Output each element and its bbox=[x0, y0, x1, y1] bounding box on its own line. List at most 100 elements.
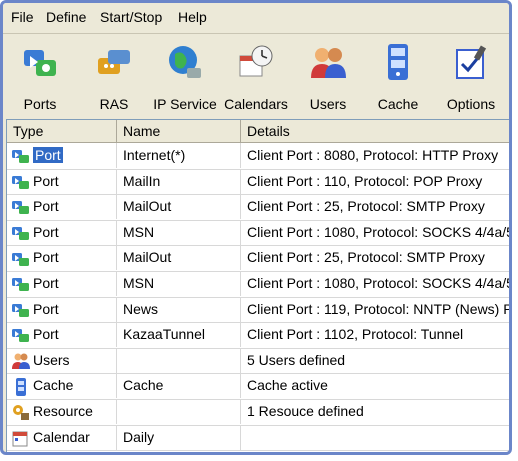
details-cell: Client Port : 8080, Protocol: HTTP Proxy bbox=[247, 147, 499, 163]
ports-button[interactable]: Ports bbox=[13, 34, 67, 118]
type-cell: Resource bbox=[7, 399, 117, 424]
cache-icon bbox=[11, 377, 31, 396]
table-row[interactable]: Port MSN Client Port : 1080, Protocol: SOC… bbox=[7, 219, 512, 247]
type-cell: Port bbox=[7, 322, 117, 348]
type-label: Port bbox=[32, 146, 64, 164]
name-cell: MailIn bbox=[117, 168, 241, 194]
items-list[interactable]: Type Name Details Port Internet(*) Client … bbox=[6, 119, 512, 452]
type-label: Port bbox=[33, 326, 59, 343]
cache-icon bbox=[378, 42, 418, 82]
port-icon bbox=[11, 198, 31, 216]
type-cell: Port bbox=[7, 143, 117, 168]
type-label: Port bbox=[33, 275, 59, 291]
details-cell: Client Port : 1080, Protocol: SOCKS 4/4a… bbox=[247, 275, 512, 291]
ports-label: Ports bbox=[23, 96, 57, 112]
details-cell: 5 Users defined bbox=[247, 351, 346, 368]
type-cell: Port bbox=[7, 219, 117, 245]
details-cell bbox=[241, 425, 509, 450]
toolbar: Ports RAS IP Service Calendars Users Cac… bbox=[3, 34, 509, 118]
calendars-label: Calendars bbox=[224, 96, 288, 112]
name-cell: Daily bbox=[117, 424, 241, 450]
column-details[interactable]: Details bbox=[241, 120, 509, 142]
name-cell: KazaaTunnel bbox=[117, 322, 241, 348]
details-cell: Client Port : 25, Protocol: SMTP Proxy bbox=[247, 198, 485, 215]
options-button[interactable]: Options bbox=[441, 34, 501, 118]
table-row[interactable]: Cache Cache Cache active bbox=[7, 373, 509, 400]
name-cell: Cache bbox=[117, 373, 241, 399]
table-row[interactable]: Calendar Daily bbox=[7, 424, 509, 452]
name-cell: MailOut bbox=[117, 194, 241, 220]
type-cell: Port bbox=[7, 194, 117, 220]
calendars-button[interactable]: Calendars bbox=[223, 34, 289, 118]
details-cell: Client Port : 119, Protocol: NNTP (News)… bbox=[247, 300, 512, 317]
table-row[interactable]: Port KazaaTunnel Client Port : 1102, Proto… bbox=[7, 322, 509, 349]
type-label: Users bbox=[33, 351, 70, 368]
details-cell: Cache active bbox=[247, 377, 328, 394]
users-button[interactable]: Users bbox=[301, 34, 355, 118]
port-icon bbox=[11, 326, 31, 344]
application-window: File Define Start/Stop Help Ports RAS IP… bbox=[0, 0, 512, 455]
type-label: Resource bbox=[33, 403, 93, 419]
name-cell: MailOut bbox=[117, 245, 241, 271]
type-label: Calendar bbox=[33, 428, 90, 445]
port-icon bbox=[11, 147, 31, 165]
column-type[interactable]: Type bbox=[7, 120, 117, 142]
type-cell: Port bbox=[7, 245, 117, 271]
type-cell: Users bbox=[7, 347, 117, 373]
name-cell: MSN bbox=[117, 271, 241, 296]
calendars-icon bbox=[236, 42, 276, 82]
table-row[interactable]: Users 5 Users defined bbox=[7, 347, 509, 375]
users-icon bbox=[11, 352, 31, 370]
users-label: Users bbox=[309, 96, 347, 112]
type-cell: Port bbox=[7, 168, 117, 194]
port-icon bbox=[11, 173, 31, 191]
cache-button[interactable]: Cache bbox=[371, 34, 425, 118]
ras-label: RAS bbox=[99, 96, 129, 112]
type-label: Cache bbox=[33, 377, 74, 394]
options-label: Options bbox=[446, 96, 496, 112]
table-row[interactable]: Port Internet(*) Client Port : 8080, Proto… bbox=[7, 143, 509, 170]
menu-file[interactable]: File bbox=[11, 9, 34, 25]
menu-start-stop[interactable]: Start/Stop bbox=[100, 9, 162, 25]
type-label: Port bbox=[33, 249, 59, 266]
table-row[interactable]: Port MailOut Client Port : 25, Protocol: S… bbox=[7, 245, 509, 272]
menu-help[interactable]: Help bbox=[178, 9, 207, 25]
list-header: Type Name Details bbox=[7, 120, 509, 143]
details-cell: Client Port : 110, Protocol: POP Proxy bbox=[247, 172, 483, 189]
details-cell: Client Port : 1080, Protocol: SOCKS 4/4a… bbox=[247, 223, 512, 240]
menu-bar: File Define Start/Stop Help bbox=[3, 3, 509, 34]
name-cell: Internet(*) bbox=[117, 143, 241, 168]
table-row[interactable]: Port MailIn Client Port : 110, Protocol: P… bbox=[7, 168, 509, 196]
type-cell: Cache bbox=[7, 373, 117, 399]
ras-button[interactable]: RAS bbox=[87, 34, 141, 118]
name-cell: News bbox=[117, 296, 241, 322]
name-cell bbox=[117, 399, 241, 424]
calendar-icon bbox=[11, 429, 31, 447]
type-label: Port bbox=[33, 223, 59, 240]
users-icon bbox=[308, 42, 348, 82]
menu-define[interactable]: Define bbox=[46, 9, 86, 25]
ip-service-button[interactable]: IP Service bbox=[150, 34, 220, 118]
name-cell bbox=[117, 347, 241, 373]
ip-service-icon bbox=[165, 42, 205, 82]
type-cell: Port bbox=[7, 271, 117, 296]
port-icon bbox=[11, 275, 31, 293]
details-cell: Client Port : 25, Protocol: SMTP Proxy bbox=[247, 249, 485, 266]
table-row[interactable]: Resource 1 Resouce defined bbox=[7, 399, 509, 426]
ip-service-label: IP Service bbox=[153, 96, 217, 112]
details-cell: 1 Resouce defined bbox=[247, 403, 364, 419]
type-label: Port bbox=[33, 198, 59, 215]
ports-icon bbox=[20, 42, 60, 82]
name-cell: MSN bbox=[117, 219, 241, 245]
type-cell: Calendar bbox=[7, 424, 117, 450]
details-cell: Client Port : 1102, Protocol: Tunnel bbox=[247, 326, 464, 343]
table-row[interactable]: Port MailOut Client Port : 25, Protocol: S… bbox=[7, 194, 509, 221]
cache-label: Cache bbox=[377, 96, 419, 112]
table-row[interactable]: Port MSN Client Port : 1080, Protocol: SOC… bbox=[7, 271, 512, 298]
type-cell: Port bbox=[7, 296, 117, 322]
type-label: Port bbox=[33, 300, 59, 317]
port-icon bbox=[11, 224, 31, 242]
port-icon bbox=[11, 301, 31, 319]
column-name[interactable]: Name bbox=[117, 120, 241, 142]
table-row[interactable]: Port News Client Port : 119, Protocol: NNT… bbox=[7, 296, 512, 324]
